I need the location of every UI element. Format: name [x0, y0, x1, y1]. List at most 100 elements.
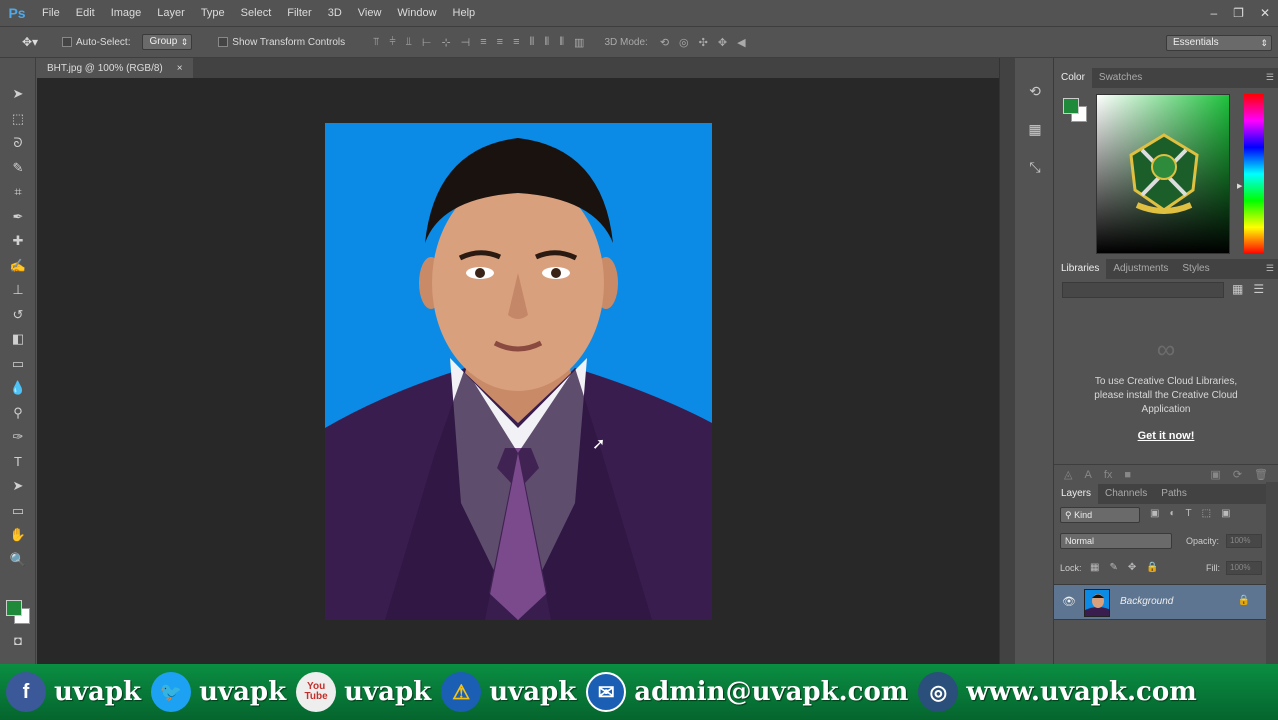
- menu-file[interactable]: File: [34, 0, 68, 26]
- align-left-icon[interactable]: ⊢: [422, 36, 432, 49]
- menu-3d[interactable]: 3D: [320, 0, 350, 26]
- menu-help[interactable]: Help: [445, 0, 484, 26]
- menu-type[interactable]: Type: [193, 0, 233, 26]
- crop-tool-icon[interactable]: ⌗: [0, 180, 36, 205]
- document-tab[interactable]: BHT.jpg @ 100% (RGB/8) ×: [37, 58, 193, 78]
- brush-tool-icon[interactable]: ✍: [0, 254, 36, 279]
- move-tool-preset-icon[interactable]: ✥▾: [22, 35, 42, 49]
- tab-paths[interactable]: Paths: [1154, 484, 1194, 504]
- tab-styles[interactable]: Styles: [1175, 259, 1216, 279]
- 3d-scale-icon[interactable]: ◀: [737, 36, 745, 49]
- layer-row-background[interactable]: 👁 Background 🔒: [1054, 584, 1266, 620]
- distribute-left-icon[interactable]: ⦀: [530, 36, 535, 49]
- zoom-tool-icon[interactable]: 🔍: [0, 548, 36, 573]
- 3d-slide-icon[interactable]: ✥: [718, 36, 727, 49]
- rectangle-tool-icon[interactable]: ▭: [0, 499, 36, 524]
- add-graphic-icon[interactable]: ◬: [1064, 468, 1072, 481]
- minimize-button[interactable]: –: [1210, 6, 1217, 20]
- menu-window[interactable]: Window: [389, 0, 444, 26]
- eyedropper-tool-icon[interactable]: ✒: [0, 205, 36, 230]
- marquee-tool-icon[interactable]: ⬚: [0, 107, 36, 132]
- menu-view[interactable]: View: [350, 0, 390, 26]
- eraser-tool-icon[interactable]: ◧: [0, 327, 36, 352]
- lasso-tool-icon[interactable]: ᘐ: [0, 131, 36, 156]
- move-tool-icon[interactable]: ➤: [0, 82, 36, 107]
- opacity-field[interactable]: 100%: [1226, 534, 1262, 548]
- delete-icon[interactable]: 🗑: [1254, 468, 1268, 481]
- blend-mode-dropdown[interactable]: Normal: [1060, 533, 1172, 549]
- portrait-photo[interactable]: [325, 123, 712, 620]
- lock-position-icon[interactable]: ✥: [1128, 562, 1136, 573]
- lock-transparent-icon[interactable]: ▦: [1090, 562, 1099, 573]
- filter-type-icon[interactable]: T: [1186, 508, 1192, 519]
- foreground-color-swatch[interactable]: [6, 600, 22, 616]
- fill-field[interactable]: 100%: [1226, 561, 1262, 575]
- grid-view-icon[interactable]: ▦: [1232, 282, 1243, 296]
- filter-adjustment-icon[interactable]: ◐: [1169, 508, 1175, 519]
- quick-select-tool-icon[interactable]: ✎: [0, 156, 36, 181]
- menu-edit[interactable]: Edit: [68, 0, 103, 26]
- show-transform-option[interactable]: Show Transform Controls: [218, 37, 345, 48]
- type-tool-icon[interactable]: T: [0, 450, 36, 475]
- filter-pixel-icon[interactable]: ▣: [1150, 508, 1159, 519]
- gradient-tool-icon[interactable]: ▭: [0, 352, 36, 377]
- hue-slider-marker-icon[interactable]: ▶: [1237, 182, 1242, 190]
- panel-menu-icon[interactable]: ☰: [1266, 263, 1274, 274]
- auto-select-dropdown[interactable]: Group: [142, 34, 193, 50]
- add-layer-style-icon[interactable]: fx: [1104, 469, 1113, 481]
- properties-panel-icon[interactable]: ▦: [1016, 110, 1054, 148]
- tab-layers[interactable]: Layers: [1054, 484, 1099, 504]
- close-button[interactable]: ✕: [1260, 6, 1270, 20]
- auto-select-checkbox[interactable]: [62, 37, 72, 47]
- tab-swatches[interactable]: Swatches: [1092, 68, 1149, 88]
- dodge-tool-icon[interactable]: ⚲: [0, 401, 36, 426]
- distribute-right-icon[interactable]: ⦀: [559, 36, 564, 49]
- vertical-scrollbar[interactable]: [999, 58, 1015, 664]
- show-transform-checkbox[interactable]: [218, 37, 229, 47]
- filter-shape-icon[interactable]: ⬚: [1202, 508, 1211, 519]
- blur-tool-icon[interactable]: 💧: [0, 376, 36, 401]
- layers-scrollbar[interactable]: [1266, 482, 1278, 664]
- layer-visibility-eye-icon[interactable]: 👁: [1062, 595, 1076, 608]
- hand-tool-icon[interactable]: ✋: [0, 523, 36, 548]
- 3d-rotate-icon[interactable]: ⟲: [660, 36, 669, 49]
- 3d-drag-icon[interactable]: ✣: [699, 36, 708, 49]
- get-it-now-link[interactable]: Get it now!: [1054, 430, 1278, 442]
- pen-tool-icon[interactable]: ✑: [0, 425, 36, 450]
- hue-slider[interactable]: [1244, 94, 1264, 254]
- tab-libraries[interactable]: Libraries: [1054, 259, 1107, 279]
- filter-smart-icon[interactable]: ▣: [1221, 508, 1230, 519]
- color-field[interactable]: [1096, 94, 1230, 254]
- sync-icon[interactable]: ⟳: [1233, 468, 1242, 481]
- lock-pixels-icon[interactable]: ✎: [1109, 562, 1117, 573]
- distribute-hcenter-icon[interactable]: ⦀: [544, 36, 549, 49]
- menu-layer[interactable]: Layer: [149, 0, 193, 26]
- history-brush-tool-icon[interactable]: ↺: [0, 303, 36, 328]
- list-view-icon[interactable]: ☰: [1253, 282, 1264, 296]
- distribute-top-icon[interactable]: ≡: [480, 36, 486, 49]
- layer-filter-dropdown[interactable]: ⚲ Kind: [1060, 507, 1140, 523]
- close-tab-icon[interactable]: ×: [177, 63, 183, 74]
- lock-all-icon[interactable]: 🔒: [1146, 562, 1158, 573]
- 3d-roll-icon[interactable]: ◎: [679, 36, 689, 49]
- align-hcenter-icon[interactable]: ⊹: [441, 36, 450, 49]
- clone-stamp-tool-icon[interactable]: ⊥: [0, 278, 36, 303]
- workspace-dropdown[interactable]: Essentials: [1166, 35, 1272, 51]
- library-select[interactable]: [1062, 282, 1224, 298]
- tab-adjustments[interactable]: Adjustments: [1106, 259, 1175, 279]
- align-bottom-icon[interactable]: ⫫: [406, 36, 412, 49]
- auto-align-icon[interactable]: ▥: [574, 36, 584, 49]
- align-vcenter-icon[interactable]: ⫩: [389, 36, 395, 49]
- history-panel-icon[interactable]: ⟲: [1016, 72, 1054, 110]
- tab-color[interactable]: Color: [1054, 68, 1092, 88]
- distribute-vcenter-icon[interactable]: ≡: [497, 36, 503, 49]
- align-right-icon[interactable]: ⊣: [461, 36, 471, 49]
- color-panel-foreground-swatch[interactable]: [1063, 98, 1079, 114]
- healing-brush-tool-icon[interactable]: ✚: [0, 229, 36, 254]
- add-text-icon[interactable]: A: [1084, 469, 1091, 481]
- distribute-bottom-icon[interactable]: ≡: [513, 36, 519, 49]
- menu-image[interactable]: Image: [103, 0, 150, 26]
- auto-select-option[interactable]: Auto-Select:: [62, 37, 130, 48]
- menu-select[interactable]: Select: [233, 0, 280, 26]
- stock-icon[interactable]: ▣: [1210, 468, 1220, 481]
